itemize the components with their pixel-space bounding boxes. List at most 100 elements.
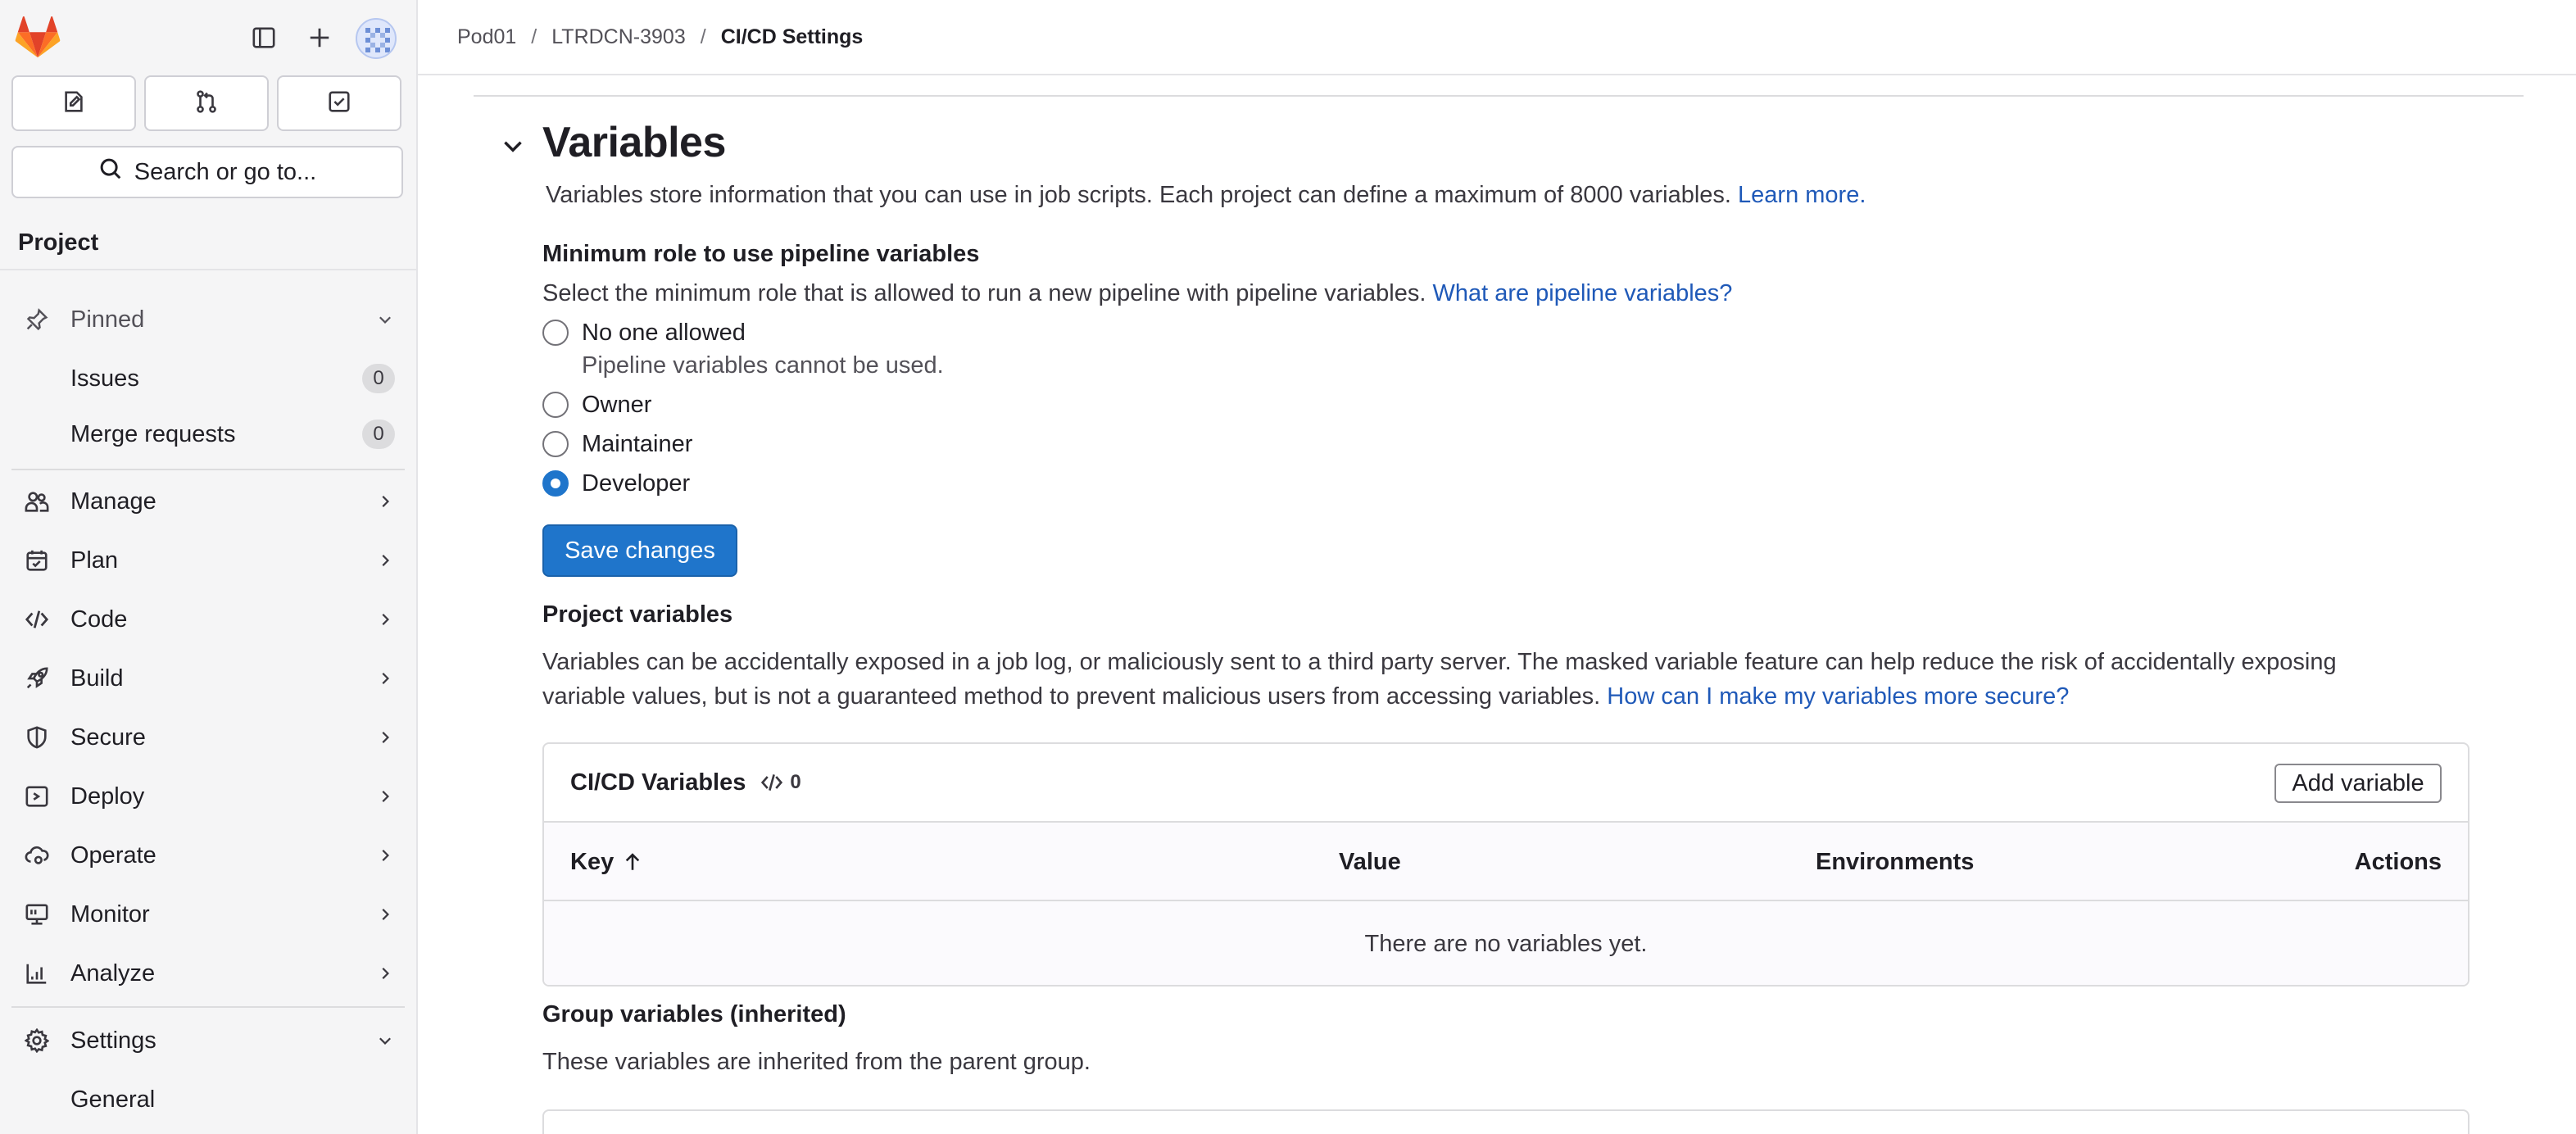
nav-label: Manage bbox=[70, 488, 156, 515]
sidebar-item-code[interactable]: Code bbox=[11, 593, 405, 646]
radio-no-one-allowed[interactable]: No one allowed bbox=[542, 316, 746, 349]
sidebar-item-plan[interactable]: Plan bbox=[11, 534, 405, 587]
sidebar-item-analyze[interactable]: Analyze bbox=[11, 947, 405, 1000]
chart-icon bbox=[23, 959, 51, 987]
radio-button[interactable] bbox=[542, 431, 569, 457]
radio-label: Owner bbox=[582, 391, 652, 418]
radio-maintainer[interactable]: Maintainer bbox=[542, 428, 692, 460]
chevron-right-icon bbox=[374, 490, 397, 513]
code-icon bbox=[761, 774, 783, 791]
breadcrumb-separator: / bbox=[700, 25, 706, 48]
empty-state-row: There are no variables yet. bbox=[544, 901, 2468, 985]
calendar-icon bbox=[23, 547, 51, 574]
divider bbox=[11, 1006, 405, 1008]
radio-developer[interactable]: Developer bbox=[542, 467, 690, 500]
sidebar-item-issues[interactable]: Issues 0 bbox=[11, 352, 405, 405]
breadcrumb-group[interactable]: Pod01 bbox=[457, 25, 516, 49]
sidebar-item-merge-requests[interactable]: Merge requests 0 bbox=[11, 408, 405, 460]
sidebar-item-operate[interactable]: Operate bbox=[11, 829, 405, 882]
radio-label: Maintainer bbox=[582, 430, 693, 457]
nav-label: Secure bbox=[70, 723, 146, 751]
radio-button[interactable] bbox=[542, 320, 569, 346]
assigned-issues-button[interactable] bbox=[11, 75, 136, 131]
nav-label: Analyze bbox=[70, 959, 156, 987]
column-label: Value bbox=[1339, 848, 1401, 875]
gitlab-logo-icon[interactable] bbox=[15, 15, 61, 59]
sort-ascending-icon bbox=[625, 853, 640, 870]
description-text: Variables store information that you can… bbox=[546, 182, 1731, 208]
sidebar: Search or go to... Project Pinned Issues… bbox=[0, 0, 418, 1134]
sidebar-item-deploy[interactable]: Deploy bbox=[11, 770, 405, 823]
radio-owner[interactable]: Owner bbox=[542, 388, 651, 421]
radio-help-text: Pipeline variables cannot be used. bbox=[582, 352, 944, 379]
breadcrumb-project[interactable]: LTRDCN-3903 bbox=[551, 25, 685, 49]
merge-requests-button[interactable] bbox=[144, 75, 269, 131]
search-button[interactable]: Search or go to... bbox=[11, 146, 403, 198]
chevron-right-icon bbox=[374, 667, 397, 690]
sidebar-toggle-icon[interactable] bbox=[246, 20, 282, 56]
nav-label: Operate bbox=[70, 841, 156, 869]
count-value: 0 bbox=[790, 771, 801, 793]
nav-label: Plan bbox=[70, 547, 119, 574]
sidebar-item-build[interactable]: Build bbox=[11, 652, 405, 705]
rocket-icon bbox=[23, 665, 51, 692]
cicd-variables-card: CI/CD Variables 0 Add variable Key Value… bbox=[542, 742, 2469, 987]
radio-button[interactable] bbox=[542, 392, 569, 418]
cloud-gear-icon bbox=[23, 841, 51, 869]
variables-count: 0 bbox=[760, 771, 801, 794]
project-variables-title: Project variables bbox=[542, 601, 733, 628]
learn-more-link[interactable]: Learn more. bbox=[1738, 182, 1866, 208]
breadcrumb: Pod01 / LTRDCN-3903 / CI/CD Settings bbox=[418, 0, 2576, 75]
column-label: Environments bbox=[1816, 848, 1975, 875]
sidebar-item-pinned[interactable]: Pinned bbox=[11, 293, 405, 346]
column-label: Key bbox=[570, 848, 615, 875]
pipeline-variables-help-link[interactable]: What are pipeline variables? bbox=[1432, 280, 1732, 306]
description-text: variable values, but is not a guaranteed… bbox=[542, 683, 1601, 710]
gear-icon bbox=[23, 1027, 51, 1055]
plus-icon[interactable] bbox=[302, 20, 338, 56]
sidebar-item-settings[interactable]: Settings bbox=[11, 1014, 405, 1067]
group-variables-title: Group variables (inherited) bbox=[542, 1001, 846, 1027]
issues-count-badge: 0 bbox=[362, 364, 395, 393]
radio-button-checked[interactable] bbox=[542, 470, 569, 497]
user-avatar[interactable] bbox=[356, 18, 397, 59]
section-title-variables: Variables bbox=[542, 119, 726, 166]
chevron-down-icon bbox=[374, 1029, 397, 1052]
issues-icon bbox=[61, 89, 86, 118]
chevron-right-icon bbox=[374, 785, 397, 808]
add-variable-button[interactable]: Add variable bbox=[2274, 764, 2442, 803]
nav-label: General bbox=[70, 1086, 156, 1113]
chevron-down-icon bbox=[374, 308, 397, 331]
project-variables-description-line2: variable values, but is not a guaranteed… bbox=[542, 683, 2069, 710]
chevron-right-icon bbox=[374, 726, 397, 749]
nav-label: Issues bbox=[70, 365, 139, 392]
sidebar-section-project: Project bbox=[0, 216, 416, 270]
secure-variables-link[interactable]: How can I make my variables more secure? bbox=[1607, 683, 2069, 710]
sidebar-item-general[interactable]: General bbox=[11, 1073, 405, 1126]
chevron-right-icon bbox=[374, 844, 397, 867]
group-variables-description: These variables are inherited from the p… bbox=[542, 1049, 1091, 1075]
radio-label: No one allowed bbox=[582, 319, 746, 346]
sidebar-item-secure[interactable]: Secure bbox=[11, 711, 405, 764]
chevron-right-icon bbox=[374, 903, 397, 926]
chevron-right-icon bbox=[374, 962, 397, 985]
collapse-section-chevron-icon[interactable] bbox=[495, 128, 531, 164]
main-content: Variables Variables store information th… bbox=[418, 75, 2576, 1134]
column-label: Actions bbox=[2354, 848, 2442, 875]
radio-label: Developer bbox=[582, 469, 691, 497]
save-changes-button[interactable]: Save changes bbox=[542, 524, 737, 577]
nav-label: Deploy bbox=[70, 782, 145, 810]
breadcrumb-current[interactable]: CI/CD Settings bbox=[721, 25, 864, 49]
todo-list-button[interactable] bbox=[277, 75, 401, 131]
monitor-icon bbox=[23, 900, 51, 928]
group-variables-card bbox=[542, 1109, 2469, 1134]
sidebar-item-monitor[interactable]: Monitor bbox=[11, 888, 405, 941]
gitlab-app: Search or go to... Project Pinned Issues… bbox=[0, 0, 2576, 1134]
shield-icon bbox=[23, 723, 51, 751]
divider bbox=[11, 469, 405, 470]
column-key[interactable]: Key bbox=[570, 823, 643, 901]
sidebar-item-manage[interactable]: Manage bbox=[11, 475, 405, 528]
merge-requests-count-badge: 0 bbox=[362, 420, 395, 449]
nav-label: Settings bbox=[70, 1027, 156, 1054]
deploy-icon bbox=[23, 782, 51, 810]
